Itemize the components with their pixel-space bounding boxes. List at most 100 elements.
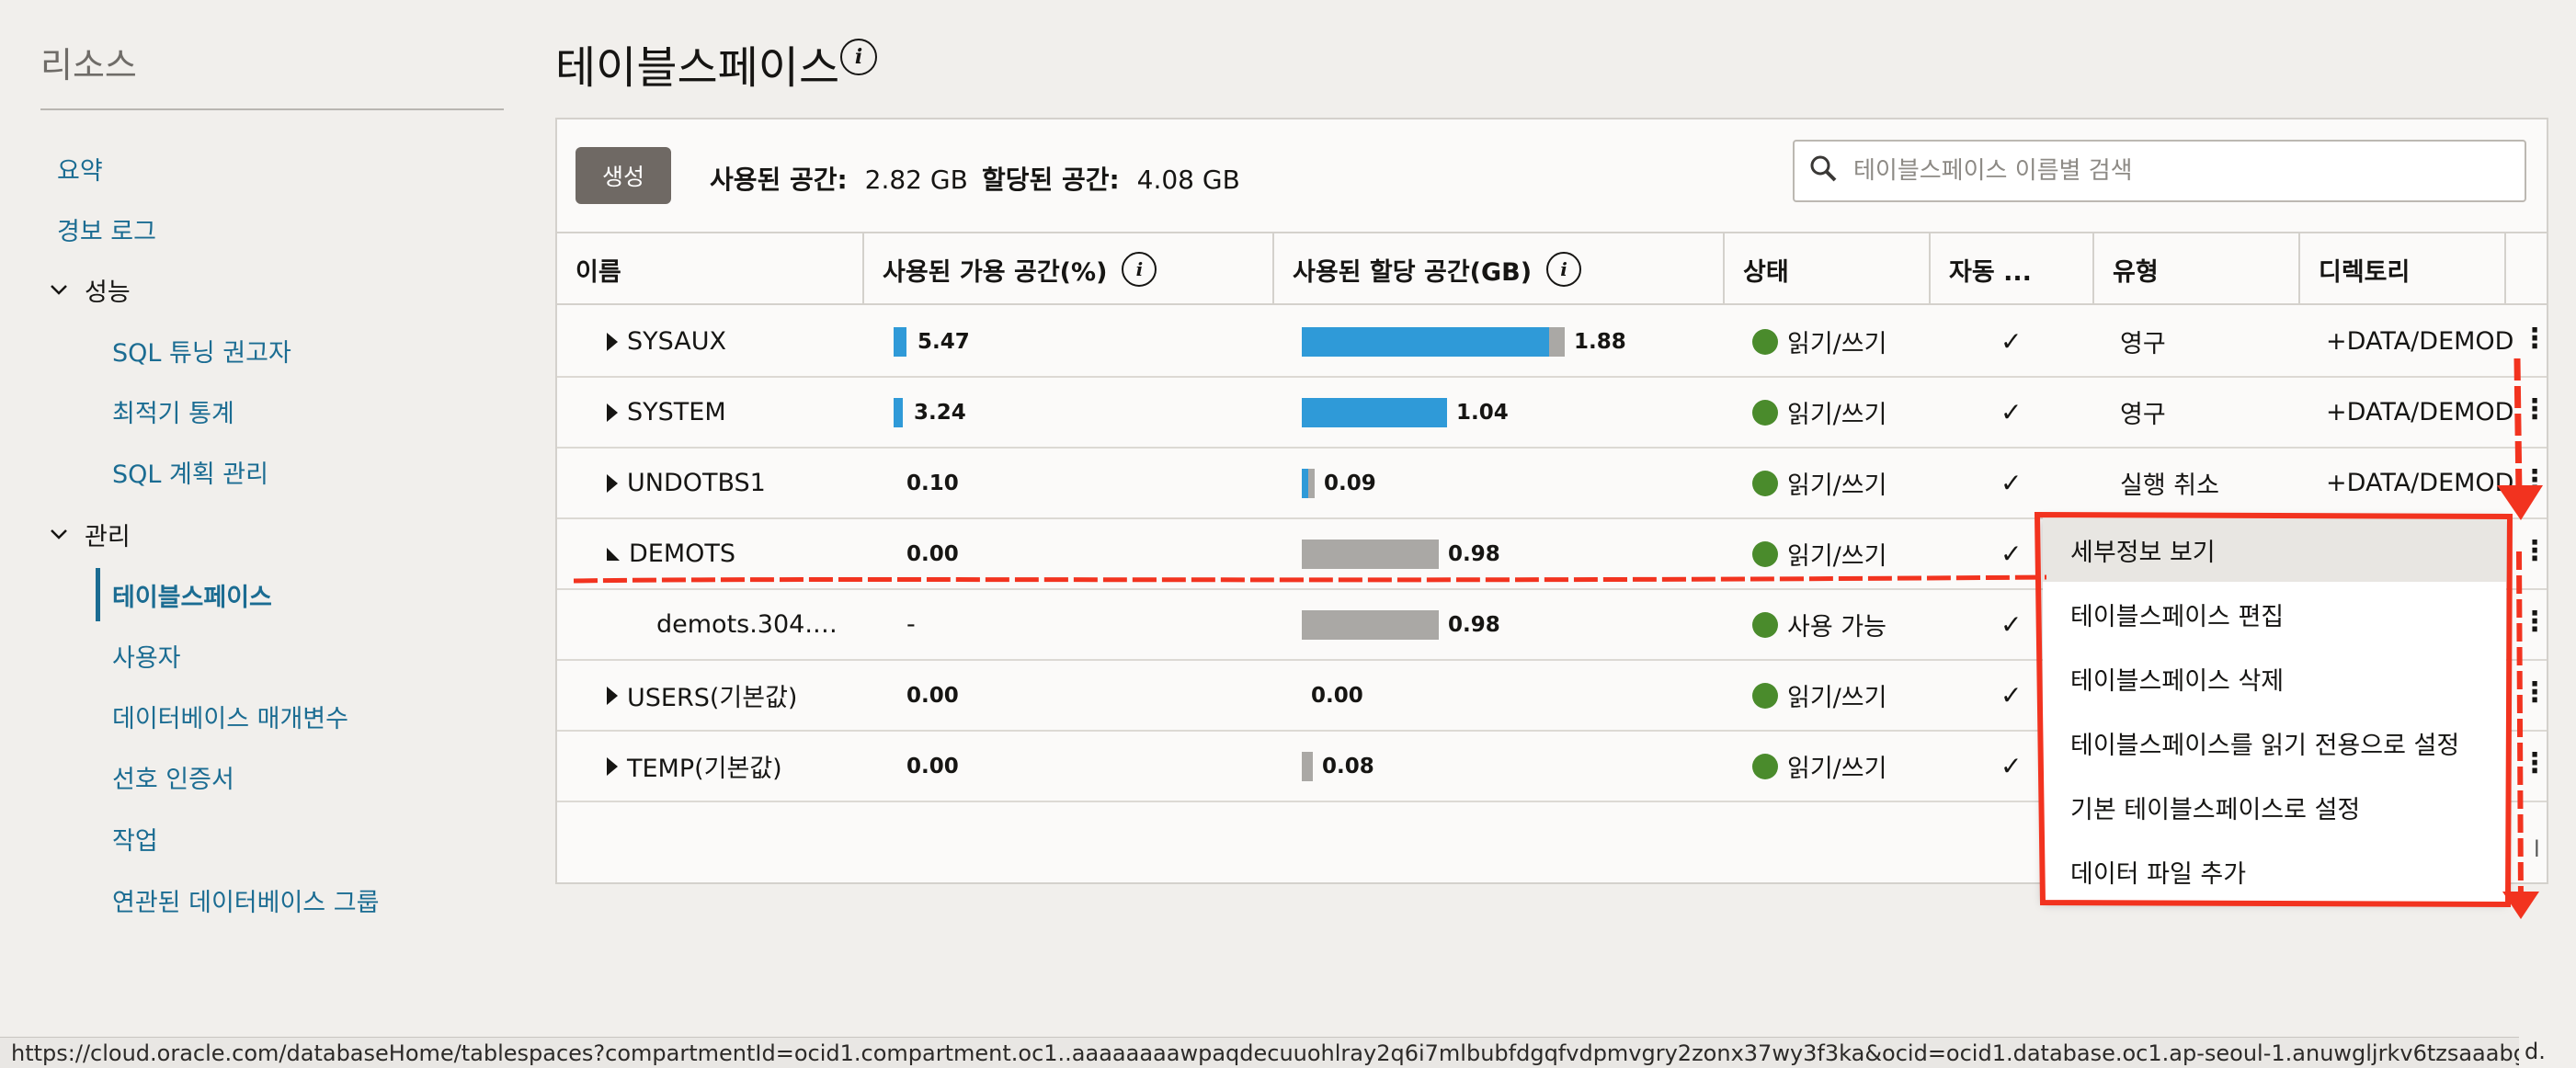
used-pct-bar (894, 326, 906, 357)
allocated-free-bar (1549, 326, 1565, 357)
row-actions-kebab-icon[interactable]: ⋮ (2521, 750, 2548, 778)
sidebar-item-sql-tuning-advisor[interactable]: SQL 튜닝 권고자 (112, 333, 291, 369)
sidebar-group-label: 관리 (85, 523, 131, 551)
status-cell: 사용 가능 (1752, 590, 1886, 659)
status-cell: 읽기/쓰기 (1752, 449, 1886, 517)
allocated-gb-value: 0.09 (1324, 471, 1376, 495)
sidebar-item-associated-database-groups[interactable]: 연관된 데이터베이스 그룹 (112, 882, 379, 918)
status-dot-icon (1752, 399, 1778, 426)
column-header-used-allocated-gb[interactable]: 사용된 할당 공간(GB) i (1274, 233, 1725, 305)
tablespace-name: demots.304.… (656, 610, 838, 639)
status-text: 읽기/쓰기 (1787, 401, 1887, 429)
checkmark-icon: ✓ (2000, 397, 2023, 427)
row-actions-kebab-icon[interactable]: ⋮ (2521, 538, 2548, 565)
expand-triangle-right-icon[interactable] (607, 403, 618, 422)
chevron-down-icon (48, 278, 85, 306)
status-dot-icon (1752, 682, 1778, 709)
chevron-down-icon (48, 523, 85, 551)
menu-item-edit-tablespace[interactable]: 테이블스페이스 편집 (2043, 582, 2506, 646)
table-footer-fragment: l (2534, 836, 2540, 862)
used-allocated-cell: 0.98 (1302, 590, 1500, 659)
directory-cell: +DATA/DEMOD (2326, 327, 2514, 356)
status-text: 사용 가능 (1787, 613, 1886, 642)
sidebar-item-tablespaces[interactable]: 테이블스페이스 (112, 577, 272, 613)
menu-item-view-details[interactable]: 세부정보 보기 (2043, 517, 2506, 582)
menu-item-delete-tablespace[interactable]: 테이블스페이스 삭제 (2043, 646, 2506, 710)
used-pct-value: 0.00 (906, 754, 959, 778)
expand-triangle-right-icon[interactable] (607, 756, 618, 776)
table-header: 이름 사용된 가용 공간(%) i 사용된 할당 공간(GB) i 상태 자동 ..… (557, 232, 2547, 305)
allocated-gb-value: 1.88 (1574, 329, 1626, 354)
type-cell: 영구 (2120, 401, 2166, 429)
column-header-used-free-pct[interactable]: 사용된 가용 공간(%) i (864, 233, 1274, 305)
status-text: 읽기/쓰기 (1787, 472, 1887, 500)
tablespace-name: UNDOTBS1 (627, 469, 766, 497)
search-input[interactable] (1853, 151, 2497, 191)
name-cell: SYSAUX (607, 307, 726, 376)
sidebar-item-preferred-credentials[interactable]: 선호 인증서 (112, 759, 234, 795)
status-text: 읽기/쓰기 (1787, 684, 1887, 712)
checkmark-icon: ✓ (2000, 539, 2023, 569)
sidebar-item-sql-plan-management[interactable]: SQL 계획 관리 (112, 454, 268, 490)
status-cell: 읽기/쓰기 (1752, 378, 1886, 447)
menu-item-add-data-file[interactable]: 데이터 파일 추가 (2043, 839, 2506, 903)
sidebar-group-management[interactable]: 관리 (48, 517, 131, 552)
expand-triangle-right-icon[interactable] (607, 686, 618, 705)
column-header-auto[interactable]: 자동 ... (1931, 233, 2094, 305)
directory-cell: +DATA/DEMOD (2326, 469, 2514, 497)
sidebar-item-database-parameters[interactable]: 데이터베이스 매개변수 (112, 699, 348, 734)
sidebar-item-jobs[interactable]: 작업 (112, 821, 158, 857)
status-cell: 읽기/쓰기 (1752, 732, 1886, 801)
active-indicator (96, 568, 100, 621)
search-box[interactable] (1793, 140, 2526, 202)
used-allocated-cell: 0.08 (1302, 732, 1374, 801)
sidebar-item-optimizer-statistics[interactable]: 최적기 통계 (112, 393, 234, 429)
used-space-stat: 사용된 공간: 2.82 GB (710, 160, 968, 197)
table-row[interactable]: UNDOTBS1 0.10 0.09 읽기/쓰기 ✓ 실행 취소 +DATA/DEMOD ⋮ (557, 449, 2548, 519)
allocated-used-bar (1302, 326, 1549, 357)
name-cell: TEMP(기본값) (607, 732, 782, 801)
table-row[interactable]: SYSTEM 3.24 1.04 읽기/쓰기 ✓ 영구 +DATA/DEMOD ⋮ (557, 378, 2548, 449)
column-header-status[interactable]: 상태 (1725, 233, 1931, 305)
status-dot-icon (1752, 540, 1778, 567)
status-text: 읽기/쓰기 (1787, 542, 1887, 571)
name-cell: demots.304.… (656, 590, 838, 659)
row-actions-kebab-icon[interactable]: ⋮ (2521, 608, 2548, 636)
column-header-name[interactable]: 이름 (557, 233, 864, 305)
sidebar-item-users[interactable]: 사용자 (112, 638, 181, 674)
used-free-pct-cell: 0.00 (894, 661, 959, 730)
column-label: 사용된 가용 공간(%) (883, 257, 1108, 287)
type-cell: 실행 취소 (2120, 472, 2219, 500)
row-actions-kebab-icon[interactable]: ⋮ (2521, 467, 2548, 494)
row-actions-kebab-icon[interactable]: ⋮ (2521, 325, 2548, 353)
menu-item-set-read-only[interactable]: 테이블스페이스를 읽기 전용으로 설정 (2043, 710, 2506, 775)
info-icon[interactable]: i (840, 39, 877, 75)
menu-item-set-default-tablespace[interactable]: 기본 테이블스페이스로 설정 (2043, 775, 2506, 839)
sidebar-item-summary[interactable]: 요약 (57, 151, 103, 187)
create-button[interactable]: 생성 (576, 147, 671, 204)
column-label: 디렉토리 (2319, 257, 2411, 287)
used-space-label: 사용된 공간: (710, 165, 848, 195)
column-header-type[interactable]: 유형 (2094, 233, 2300, 305)
sidebar-group-performance[interactable]: 성능 (48, 272, 131, 308)
browser-status-url: https://cloud.oracle.com/databaseHome/ta… (0, 1037, 2519, 1068)
allocated-gb-value: 1.04 (1456, 400, 1509, 425)
expand-triangle-right-icon[interactable] (607, 332, 618, 351)
expand-triangle-right-icon[interactable] (607, 473, 618, 493)
info-icon[interactable]: i (1122, 252, 1157, 287)
row-actions-kebab-icon[interactable]: ⋮ (2521, 396, 2548, 424)
row-actions-kebab-icon[interactable]: ⋮ (2521, 679, 2548, 707)
name-cell: DEMOTS (607, 519, 735, 588)
column-header-directory[interactable]: 디렉토리 (2300, 233, 2506, 305)
sidebar-divider (40, 108, 504, 110)
used-pct-value: 3.24 (914, 400, 966, 425)
allocated-gb-value: 0.00 (1311, 683, 1363, 708)
info-icon[interactable]: i (1546, 252, 1582, 287)
allocated-space-stat: 할당된 공간: 4.08 GB (982, 160, 1240, 197)
used-free-pct-cell: 3.24 (894, 378, 966, 447)
tablespace-name: TEMP(기본값) (627, 755, 782, 783)
expand-triangle-down-icon[interactable] (607, 547, 620, 561)
sidebar-item-alert-log[interactable]: 경보 로그 (57, 211, 156, 247)
allocated-free-bar (1302, 609, 1439, 640)
table-row[interactable]: SYSAUX 5.47 1.88 읽기/쓰기 ✓ 영구 +DATA/DEMOD ⋮ (557, 307, 2548, 378)
